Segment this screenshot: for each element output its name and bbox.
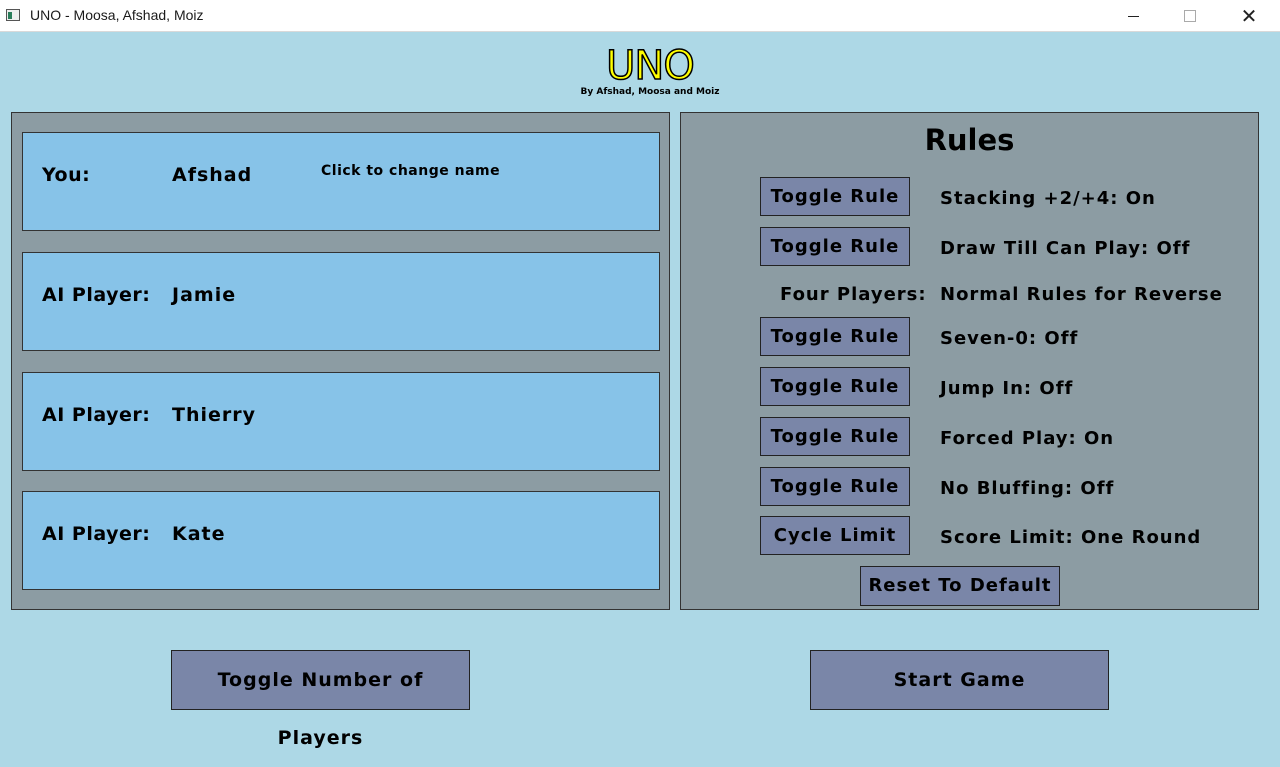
minimize-icon bbox=[1127, 15, 1139, 17]
player-card-ai-2: AI Player: Thierry bbox=[22, 372, 660, 471]
app-icon bbox=[6, 9, 20, 21]
uno-logo: UNO bbox=[605, 43, 695, 89]
maximize-button[interactable] bbox=[1161, 0, 1219, 32]
rule-draw-till-play-text: Draw Till Can Play: Off bbox=[940, 238, 1191, 259]
change-name-hint[interactable]: Click to change name bbox=[321, 163, 500, 179]
reset-to-default-button[interactable]: Reset To Default bbox=[860, 566, 1060, 606]
toggle-jump-in-button[interactable]: Toggle Rule bbox=[760, 367, 910, 406]
rule-stacking-text: Stacking +2/+4: On bbox=[940, 188, 1156, 209]
ai-player-name: Thierry bbox=[172, 404, 257, 426]
player-name[interactable]: Afshad bbox=[172, 164, 252, 186]
rule-no-bluffing-text: No Bluffing: Off bbox=[940, 478, 1115, 499]
close-button[interactable]: ✕ bbox=[1220, 0, 1278, 32]
score-limit-text: Score Limit: One Round bbox=[940, 527, 1202, 548]
rules-title: Rules bbox=[924, 123, 1015, 157]
toggle-no-bluffing-button[interactable]: Toggle Rule bbox=[760, 467, 910, 506]
four-players-label: Four Players: bbox=[780, 284, 927, 305]
ai-player-name: Jamie bbox=[172, 284, 237, 306]
ai-player-label: AI Player: bbox=[42, 523, 151, 545]
title-bar: UNO - Moosa, Afshad, Moiz ✕ bbox=[0, 0, 1280, 32]
players-panel: You: Afshad Click to change name AI Play… bbox=[11, 112, 670, 610]
start-game-button[interactable]: Start Game bbox=[810, 650, 1109, 710]
rule-forced-play-text: Forced Play: On bbox=[940, 428, 1115, 449]
cycle-limit-button[interactable]: Cycle Limit bbox=[760, 516, 910, 555]
rule-seven-0-text: Seven-0: Off bbox=[940, 328, 1079, 349]
rules-panel: Rules Toggle Rule Stacking +2/+4: On Tog… bbox=[680, 112, 1259, 610]
close-icon: ✕ bbox=[1240, 4, 1258, 28]
maximize-icon bbox=[1184, 10, 1196, 22]
byline: By Afshad, Moosa and Moiz bbox=[580, 87, 720, 97]
toggle-number-of-players-button[interactable]: Toggle Number of Players bbox=[171, 650, 470, 749]
ai-player-name: Kate bbox=[172, 523, 226, 545]
toggle-forced-play-button[interactable]: Toggle Rule bbox=[760, 417, 910, 456]
ai-player-label: AI Player: bbox=[42, 404, 151, 426]
minimize-button[interactable] bbox=[1104, 0, 1162, 32]
ai-player-label: AI Player: bbox=[42, 284, 151, 306]
player-card-ai-3: AI Player: Kate bbox=[22, 491, 660, 590]
toggle-stacking-button[interactable]: Toggle Rule bbox=[760, 177, 910, 216]
toggle-seven-0-button[interactable]: Toggle Rule bbox=[760, 317, 910, 356]
rule-jump-in-text: Jump In: Off bbox=[940, 378, 1074, 399]
window-title: UNO - Moosa, Afshad, Moiz bbox=[30, 7, 204, 23]
four-players-value: Normal Rules for Reverse bbox=[940, 284, 1223, 305]
player-card-ai-1: AI Player: Jamie bbox=[22, 252, 660, 351]
you-label: You: bbox=[42, 164, 91, 186]
player-card-you[interactable]: You: Afshad Click to change name bbox=[22, 132, 660, 231]
toggle-draw-till-play-button[interactable]: Toggle Rule bbox=[760, 227, 910, 266]
